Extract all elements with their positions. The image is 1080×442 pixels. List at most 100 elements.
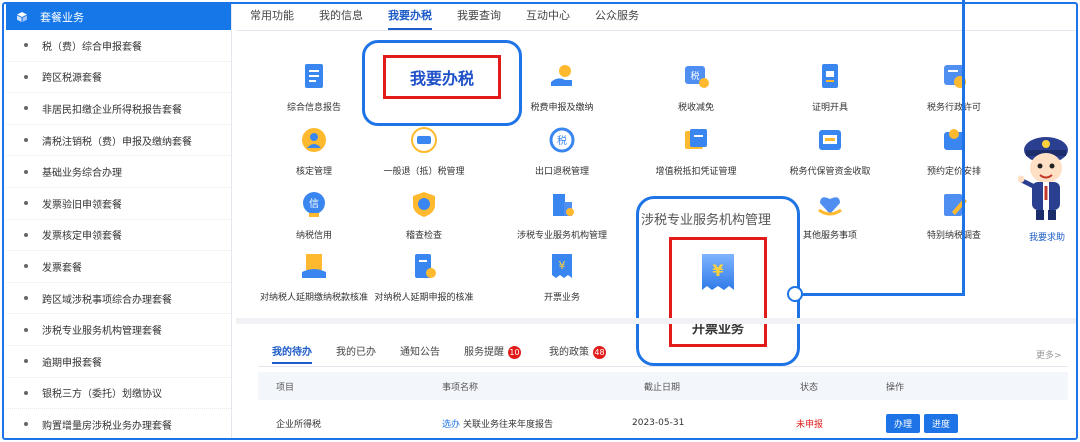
refund-icon — [411, 127, 437, 153]
service-label: 核定管理 — [295, 167, 332, 177]
bullet-icon — [24, 43, 28, 48]
todo-tab[interactable]: 我的政策 48 — [549, 344, 610, 364]
sidebar-item-label: 购置增量房涉税业务办理套餐 — [42, 420, 172, 432]
service-tile[interactable]: 对纳税人延期申报的核准 — [364, 252, 484, 312]
tab-3[interactable]: 我要查询 — [457, 4, 501, 30]
service-tile[interactable]: 核定管理 — [254, 126, 374, 186]
sidebar-item-label: 银税三方（委托）划缴协议 — [42, 389, 162, 401]
cell-item-name: 关联业务往来年度报告 — [463, 419, 554, 430]
service-tile[interactable]: 综合信息报告 — [254, 62, 374, 122]
tab-4[interactable]: 互动中心 — [526, 4, 570, 30]
service-tile[interactable]: 一般退（抵）税管理 — [364, 126, 484, 186]
sidebar-item[interactable]: 发票验旧申领套餐 — [6, 188, 231, 220]
count-badge: 10 — [508, 345, 521, 359]
service-tile[interactable]: 对纳税人延期缴纳税款核准 — [254, 252, 374, 312]
table-row: 企业所得税 选办 关联业务往来年度报告 2023-05-31 未申报 办理 进度 — [258, 410, 1068, 436]
service-tile[interactable]: 特别纳税调查 — [894, 190, 1014, 250]
bullet-icon — [24, 74, 28, 79]
agency-icon — [553, 194, 574, 216]
service-tile[interactable]: 证明开具 — [770, 62, 890, 122]
sidebar-item[interactable]: 涉税专业服务机构管理套餐 — [6, 314, 231, 346]
service-label: 一般退（抵）税管理 — [383, 167, 465, 177]
bullet-icon — [24, 138, 28, 143]
more-link[interactable]: 更多> — [1036, 348, 1062, 361]
todo-tab[interactable]: 我的已办 — [336, 344, 376, 364]
service-tile[interactable]: 税税收减免 — [636, 62, 756, 122]
bullet-icon — [24, 296, 28, 301]
handle-button[interactable]: 办理 — [886, 413, 921, 433]
sidebar-item[interactable]: 购置增量房涉税业务办理套餐 — [6, 409, 231, 438]
tab-5[interactable]: 公众服务 — [595, 4, 639, 30]
service-tile[interactable]: 预约定价安排 — [894, 126, 1014, 186]
sidebar-item[interactable]: 跨区税源套餐 — [6, 62, 231, 94]
select-link[interactable]: 选办 — [442, 417, 460, 430]
service-tile[interactable]: 涉税专业服务机构管理 — [502, 190, 622, 250]
service-label: 综合信息报告 — [286, 103, 341, 113]
sidebar-header[interactable]: 套餐业务 — [6, 4, 231, 30]
service-label: 税务行政许可 — [926, 103, 981, 113]
tax-reduce-icon: 税 — [685, 66, 709, 88]
service-label: 对纳税人延期缴纳税款核准 — [259, 293, 368, 303]
service-tile[interactable]: ¥ 开票业务 — [502, 252, 622, 312]
sidebar-item[interactable]: 税（费）综合申报套餐 — [6, 30, 231, 62]
svg-text:¥: ¥ — [712, 261, 723, 280]
sidebar-item[interactable]: 非居民扣缴企业所得税报告套餐 — [6, 93, 231, 125]
todo-tab[interactable]: 通知公告 — [400, 344, 440, 364]
service-tile[interactable]: 稽查检查 — [364, 190, 484, 250]
sidebar-item-label: 基础业务综合办理 — [42, 168, 122, 180]
todo-tab[interactable]: 服务提醒 10 — [464, 344, 525, 364]
sidebar-item-label: 税（费）综合申报套餐 — [42, 41, 142, 53]
help-mascot-icon[interactable] — [1018, 130, 1074, 222]
report-icon — [305, 64, 323, 88]
sidebar-item[interactable]: 发票套餐 — [6, 251, 231, 283]
highlight-box[interactable]: ¥ 开票业务 — [669, 237, 767, 347]
service-label: 纳税信用 — [295, 231, 332, 241]
help-label[interactable]: 我要求助 — [1018, 230, 1076, 243]
cell-project: 企业所得税 — [276, 419, 322, 430]
service-tile[interactable]: 增值税抵扣凭证管理 — [636, 126, 756, 186]
sidebar-item-label: 清税注销税（费）申报及缴纳套餐 — [42, 136, 192, 148]
sidebar-item[interactable]: 跨区域涉税事项综合办理套餐 — [6, 283, 231, 315]
cell-deadline: 2023-05-31 — [632, 418, 685, 428]
cell-actions: 办理 进度 — [886, 410, 962, 436]
todo-tab-label: 我的政策 — [549, 347, 589, 358]
highlight-box: 我要办税 — [383, 55, 501, 99]
service-label: 稽查检查 — [405, 231, 442, 241]
sidebar-item[interactable]: 发票核定申领套餐 — [6, 220, 231, 252]
svg-text:¥: ¥ — [559, 259, 566, 272]
tabs-divider — [258, 366, 1068, 367]
fund-icon — [819, 130, 841, 150]
sidebar-item[interactable]: 清税注销税（费）申报及缴纳套餐 — [6, 125, 231, 157]
service-tile[interactable]: 税出口退税管理 — [502, 126, 622, 186]
bullet-icon — [24, 359, 28, 364]
credit-icon: 信 — [303, 192, 325, 217]
service-tile[interactable]: 税务代保管资金收取 — [770, 126, 890, 186]
sidebar-title: 套餐业务 — [40, 11, 84, 24]
tab-1[interactable]: 我的信息 — [319, 4, 363, 30]
bullet-icon — [24, 390, 28, 395]
progress-button[interactable]: 进度 — [924, 413, 959, 433]
todo-tab-label: 我的已办 — [336, 347, 376, 358]
cell-status: 未申报 — [796, 419, 824, 430]
todo-tab[interactable]: 我的待办 — [272, 344, 312, 364]
sidebar-item[interactable]: 银税三方（委托）划缴协议 — [6, 378, 231, 410]
service-tile[interactable]: 信纳税信用 — [254, 190, 374, 250]
top-nav-divider — [236, 30, 1076, 31]
service-label: 开票业务 — [543, 293, 580, 303]
sidebar-item[interactable]: 逾期申报套餐 — [6, 346, 231, 378]
service-label: 预约定价安排 — [926, 167, 981, 177]
tab-0[interactable]: 常用功能 — [250, 4, 294, 30]
callout-invoice-zoom: 涉税专业服务机构管理 ¥ 开票业务 — [636, 196, 800, 366]
count-badge: 48 — [593, 345, 606, 359]
invoice-icon: ¥ — [552, 254, 572, 278]
service-tile[interactable]: 税务行政许可 — [894, 62, 1014, 122]
todo-tabs: 我的待办 我的已办 通知公告 服务提醒 10 我的政策 48 — [272, 344, 634, 364]
todo-tab-label: 通知公告 — [400, 347, 440, 358]
callout-tax-title: 我要办税 — [409, 69, 474, 88]
service-label: 税务代保管资金收取 — [789, 167, 871, 177]
tab-2[interactable]: 我要办税 — [388, 4, 432, 30]
svg-text:信: 信 — [309, 198, 319, 210]
cell-item: 选办 关联业务往来年度报告 — [442, 410, 553, 436]
todo-tab-label: 服务提醒 — [464, 347, 504, 358]
sidebar-item[interactable]: 基础业务综合办理 — [6, 156, 231, 188]
